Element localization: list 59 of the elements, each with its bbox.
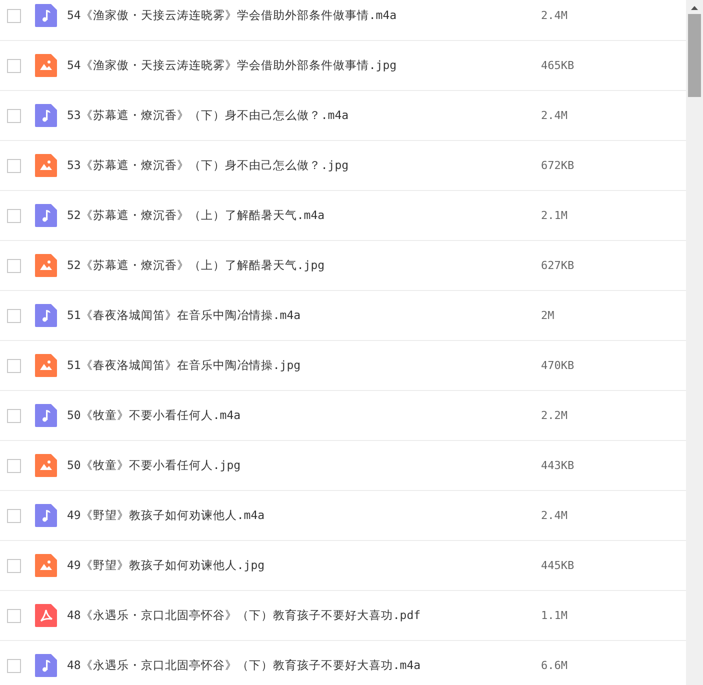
checkbox[interactable] [7, 208, 21, 222]
file-size: 2M [541, 309, 554, 322]
file-name[interactable]: 52《苏幕遮・燎沉香》（上）了解酷暑天气.m4a [67, 208, 541, 223]
checkbox[interactable] [7, 258, 21, 272]
checkbox[interactable] [7, 108, 21, 122]
music-file-icon [35, 504, 57, 527]
file-name[interactable]: 49《野望》教孩子如何劝谏他人.jpg [67, 558, 541, 573]
file-name[interactable]: 51《春夜洛城闻笛》在音乐中陶冶情操.m4a [67, 308, 541, 323]
scroll-thumb[interactable] [688, 14, 701, 97]
checkbox[interactable] [7, 358, 21, 372]
checkbox[interactable] [7, 58, 21, 72]
file-size: 2.4M [541, 109, 568, 122]
file-size: 2.2M [541, 409, 568, 422]
music-file-icon [35, 404, 57, 427]
file-size: 2.4M [541, 509, 568, 522]
checkbox[interactable] [7, 408, 21, 422]
file-name[interactable]: 48《永遇乐・京口北固亭怀谷》（下）教育孩子不要好大喜功.pdf [67, 608, 541, 623]
music-file-icon [35, 654, 57, 677]
image-file-icon [35, 454, 57, 477]
checkbox[interactable] [7, 508, 21, 522]
scroll-up-icon[interactable] [691, 6, 698, 10]
file-name[interactable]: 51《春夜洛城闻笛》在音乐中陶冶情操.jpg [67, 358, 541, 373]
file-name[interactable]: 54《渔家傲・天接云涛连晓雾》学会借助外部条件做事情.jpg [67, 58, 541, 73]
image-file-icon [35, 54, 57, 77]
image-file-icon [35, 554, 57, 577]
checkbox[interactable] [7, 8, 21, 22]
file-size: 445KB [541, 559, 574, 572]
image-file-icon [35, 354, 57, 377]
file-name[interactable]: 52《苏幕遮・燎沉香》（上）了解酷暑天气.jpg [67, 258, 541, 273]
file-size: 672KB [541, 159, 574, 172]
music-file-icon [35, 4, 57, 27]
checkbox[interactable] [7, 458, 21, 472]
file-name[interactable]: 53《苏幕遮・燎沉香》（下）身不由己怎么做？.jpg [67, 158, 541, 173]
file-name[interactable]: 50《牧童》不要小看任何人.jpg [67, 458, 541, 473]
file-size: 465KB [541, 59, 574, 72]
file-name[interactable]: 49《野望》教孩子如何劝谏他人.m4a [67, 508, 541, 523]
checkbox[interactable] [7, 608, 21, 622]
checkbox[interactable] [7, 308, 21, 322]
image-file-icon [35, 154, 57, 177]
file-name[interactable]: 48《永遇乐・京口北固亭怀谷》（下）教育孩子不要好大喜功.m4a [67, 658, 541, 673]
music-file-icon [35, 104, 57, 127]
checkbox[interactable] [7, 558, 21, 572]
checkbox[interactable] [7, 658, 21, 672]
file-name[interactable]: 50《牧童》不要小看任何人.m4a [67, 408, 541, 423]
music-file-icon [35, 304, 57, 327]
file-size: 470KB [541, 359, 574, 372]
image-file-icon [35, 254, 57, 277]
checkbox[interactable] [7, 158, 21, 172]
file-size: 443KB [541, 459, 574, 472]
file-size: 2.1M [541, 209, 568, 222]
file-size: 6.6M [541, 659, 568, 672]
file-size: 627KB [541, 259, 574, 272]
pdf-file-icon [35, 604, 57, 627]
file-name[interactable]: 53《苏幕遮・燎沉香》（下）身不由己怎么做？.m4a [67, 108, 541, 123]
music-file-icon [35, 204, 57, 227]
scrollbar[interactable] [686, 0, 703, 685]
file-name[interactable]: 54《渔家傲・天接云涛连晓雾》学会借助外部条件做事情.m4a [67, 8, 541, 23]
file-size: 2.4M [541, 9, 568, 22]
file-size: 1.1M [541, 609, 568, 622]
